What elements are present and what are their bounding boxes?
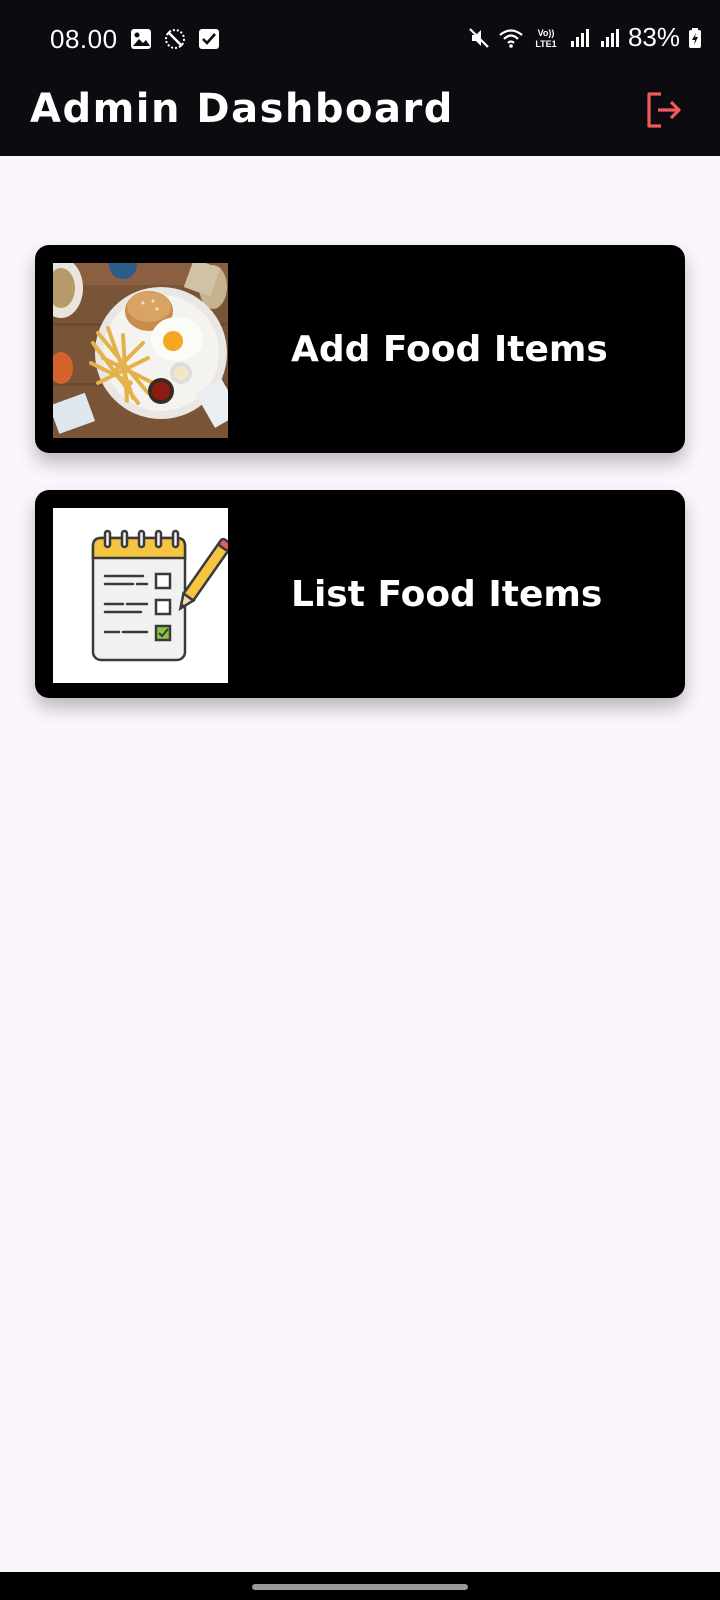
volte-lte-icon: Vo)) LTE1	[535, 28, 556, 49]
mute-icon	[469, 27, 489, 48]
status-right-icons: Vo)) LTE1 83%	[468, 22, 702, 53]
list-food-items-card[interactable]: List Food Items	[35, 490, 685, 698]
food-plate-image	[53, 263, 228, 438]
logout-icon[interactable]	[644, 90, 684, 130]
app-bar: Admin Dashboard	[0, 80, 720, 156]
wifi-icon	[499, 28, 523, 48]
status-left-icons	[130, 28, 220, 50]
checklist-notepad-image	[53, 508, 228, 683]
battery-charging-icon	[689, 27, 701, 48]
card-label: Add Food Items	[291, 328, 608, 370]
svg-text:Vo)): Vo))	[538, 28, 555, 38]
status-time: 08.00	[50, 24, 118, 54]
svg-text:LTE1: LTE1	[535, 39, 556, 49]
do-not-disturb-icon	[165, 29, 185, 49]
checkbox-icon	[199, 29, 219, 49]
add-food-items-card[interactable]: Add Food Items	[35, 245, 685, 453]
battery-percentage: 83%	[627, 22, 680, 52]
system-nav-bar	[0, 1572, 720, 1600]
card-label: List Food Items	[291, 573, 603, 615]
signal-icon	[600, 28, 619, 47]
signal-icon	[570, 28, 589, 47]
image-icon	[131, 29, 151, 49]
status-bar: 08.00 Vo)) LTE1 83%	[0, 0, 720, 80]
page-title: Admin Dashboard	[30, 86, 454, 132]
home-gesture-handle[interactable]	[252, 1584, 468, 1590]
